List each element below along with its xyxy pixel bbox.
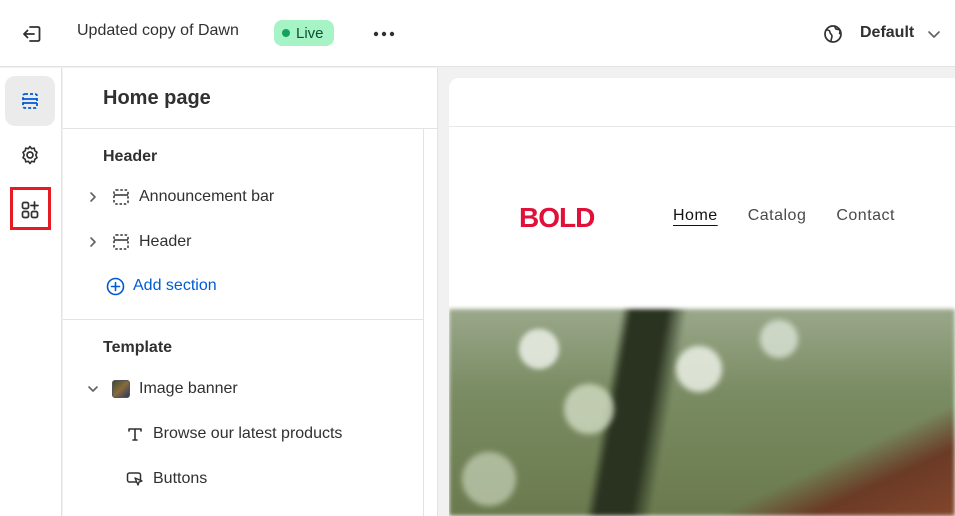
image-banner[interactable] — [449, 309, 955, 516]
ellipsis-icon — [373, 31, 395, 37]
section-layout-icon — [111, 232, 131, 252]
divider — [63, 319, 423, 320]
text-icon — [125, 424, 145, 444]
section-item-header[interactable]: Header — [83, 224, 418, 260]
store-nav-home[interactable]: Home — [673, 207, 718, 225]
group-label-template: Template — [103, 339, 173, 356]
section-item-announcement-bar[interactable]: Announcement bar — [83, 179, 418, 215]
add-section-label: Add section — [133, 277, 217, 294]
sections-icon — [22, 93, 38, 109]
exit-icon — [23, 26, 41, 42]
section-layout-icon — [111, 187, 131, 207]
group-label-header: Header — [103, 148, 158, 165]
section-item-label: Announcement bar — [139, 188, 275, 205]
rail-sections-button[interactable] — [5, 76, 55, 126]
chevron-right-icon[interactable] — [85, 189, 101, 205]
store-nav-catalog[interactable]: Catalog — [748, 207, 807, 225]
theme-name: Updated copy of Dawn — [77, 22, 239, 39]
block-item-label: Buttons — [153, 470, 208, 487]
section-item-label: Header — [139, 233, 192, 250]
gear-icon — [22, 145, 38, 165]
status-badge: Live — [274, 20, 334, 46]
store-logo[interactable]: BOLD — [519, 202, 619, 232]
status-badge-label: Live — [296, 24, 324, 42]
divider — [449, 126, 955, 127]
add-section-button[interactable]: Add section — [106, 274, 217, 298]
highlight-box — [10, 187, 51, 230]
store-nav-contact[interactable]: Contact — [836, 207, 895, 225]
live-dot — [282, 29, 290, 37]
section-item-label: Image banner — [139, 380, 238, 397]
scrollbar[interactable] — [423, 129, 424, 516]
button-cursor-icon — [125, 469, 145, 489]
store-nav: Home Catalog Contact — [673, 207, 895, 225]
more-actions-button[interactable] — [370, 20, 398, 48]
plus-circle-icon — [106, 277, 125, 295]
chevron-down-icon[interactable] — [924, 24, 944, 44]
chevron-down-icon[interactable] — [85, 381, 101, 397]
store-logo-text: BOLD — [519, 202, 595, 232]
section-item-image-banner[interactable]: Image banner — [83, 371, 418, 407]
block-item-label: Browse our latest products — [153, 425, 343, 442]
globe-icon — [820, 21, 846, 47]
exit-button[interactable] — [18, 20, 46, 48]
chevron-right-icon[interactable] — [85, 234, 101, 250]
rail-settings-button[interactable] — [5, 130, 55, 180]
top-bar: Updated copy of Dawn Live Default — [0, 0, 955, 67]
block-item-heading[interactable]: Browse our latest products — [125, 416, 342, 452]
store-preview: BOLD Home Catalog Contact — [449, 78, 955, 516]
locale-selector[interactable]: Default — [860, 24, 914, 42]
divider — [63, 128, 438, 129]
left-rail — [0, 68, 62, 516]
page-title: Home page — [103, 87, 211, 109]
block-item-buttons[interactable]: Buttons — [125, 461, 207, 497]
image-thumbnail — [111, 379, 131, 399]
sections-panel: Home page Header Announcement bar Header… — [63, 68, 438, 516]
